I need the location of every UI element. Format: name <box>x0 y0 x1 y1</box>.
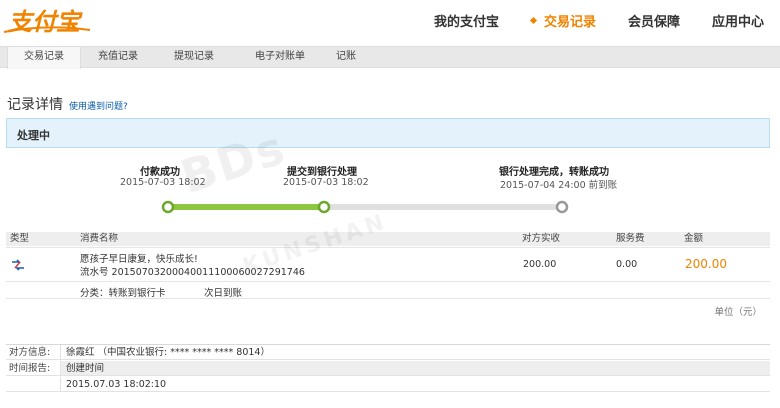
time-header: 创建时间 <box>66 363 105 374</box>
header: 支付宝 我的支付宝 交易记录 会员保障 应用中心 <box>0 0 780 46</box>
title-row: 记录详情 使用遇到问题? <box>7 94 128 113</box>
col-received: 对方实收 <box>522 233 561 244</box>
nav-label: 会员保障 <box>627 15 680 30</box>
nav-label: 我的支付宝 <box>433 15 499 30</box>
nav-label: 应用中心 <box>711 15 764 30</box>
counterpart-row: 对方信息: 徐霞红 （中国农业银行: **** **** **** 8014） <box>6 345 770 360</box>
nav-label: 交易记录 <box>543 15 596 30</box>
step-2-time: 2015-07-03 18:02 <box>283 177 369 188</box>
status-text: 处理中 <box>17 129 50 142</box>
time-value: 2015.07.03 18:02:10 <box>66 379 167 390</box>
page-title: 记录详情 <box>7 97 63 113</box>
serial-number: 流水号 20150703200040011100060027291746 <box>80 267 305 278</box>
row-divider <box>6 247 770 248</box>
tab-transactions[interactable]: 交易记录 <box>7 47 81 69</box>
main-nav: 我的支付宝 交易记录 会员保障 应用中心 <box>418 0 780 46</box>
progress-step-dot <box>317 200 331 214</box>
sub-nav: 交易记录 充值记录 提现记录 电子对账单 记账 <box>0 46 780 69</box>
progress-track <box>161 200 569 214</box>
row-divider <box>6 298 770 299</box>
step-1-time: 2015-07-03 18:02 <box>120 177 206 188</box>
arrival: 次日到账 <box>204 288 243 299</box>
item-name: 愿孩子早日康复，快乐成长! <box>80 254 198 265</box>
amount-value: 200.00 <box>685 257 727 271</box>
unit-label: 单位（元） <box>714 307 762 318</box>
time-header-row: 时间报告: 创建时间 <box>6 361 770 376</box>
transfer-icon <box>12 259 24 271</box>
logo-swoosh-icon <box>3 26 91 33</box>
nav-app-center[interactable]: 应用中心 <box>696 0 780 46</box>
tab-withdraw[interactable]: 提现记录 <box>162 47 226 67</box>
col-type: 类型 <box>10 233 30 244</box>
category: 分类：转账到银行卡 <box>80 288 166 299</box>
counterpart-label: 对方信息: <box>6 345 61 359</box>
counterpart-value: 徐霞红 （中国农业银行: **** **** **** 8014） <box>66 347 270 358</box>
help-link[interactable]: 使用遇到问题? <box>69 99 128 112</box>
step-1-label: 付款成功 <box>140 167 180 178</box>
time-label: 时间报告: <box>6 361 61 375</box>
step-3-time: 2015-07-04 24:00 前到账 <box>500 180 618 191</box>
step-2-label: 提交到银行处理 <box>287 167 357 178</box>
col-amount: 金额 <box>684 233 704 244</box>
row-divider <box>6 281 770 282</box>
col-fee: 服务费 <box>616 233 645 244</box>
step-3-label: 银行处理完成，转账成功 <box>499 167 609 178</box>
tab-bookkeeping[interactable]: 记账 <box>326 47 366 67</box>
nav-member-protection[interactable]: 会员保障 <box>612 0 696 46</box>
time-label-empty <box>6 377 61 391</box>
status-box: 处理中 <box>6 118 770 148</box>
time-value-row: 2015.07.03 18:02:10 <box>6 377 770 392</box>
tab-recharge[interactable]: 充值记录 <box>86 47 150 67</box>
active-dot-icon <box>529 16 537 25</box>
nav-transactions[interactable]: 交易记录 <box>515 0 612 46</box>
nav-my-alipay[interactable]: 我的支付宝 <box>418 0 515 46</box>
table-header: 类型 消费名称 对方实收 服务费 金额 <box>6 232 770 246</box>
tab-statement[interactable]: 电子对账单 <box>240 47 320 67</box>
received-value: 200.00 <box>523 259 557 270</box>
fee-value: 0.00 <box>616 259 638 270</box>
progress-step-dot <box>161 200 175 214</box>
progress-step-dot <box>555 200 569 214</box>
col-name: 消费名称 <box>80 233 119 244</box>
